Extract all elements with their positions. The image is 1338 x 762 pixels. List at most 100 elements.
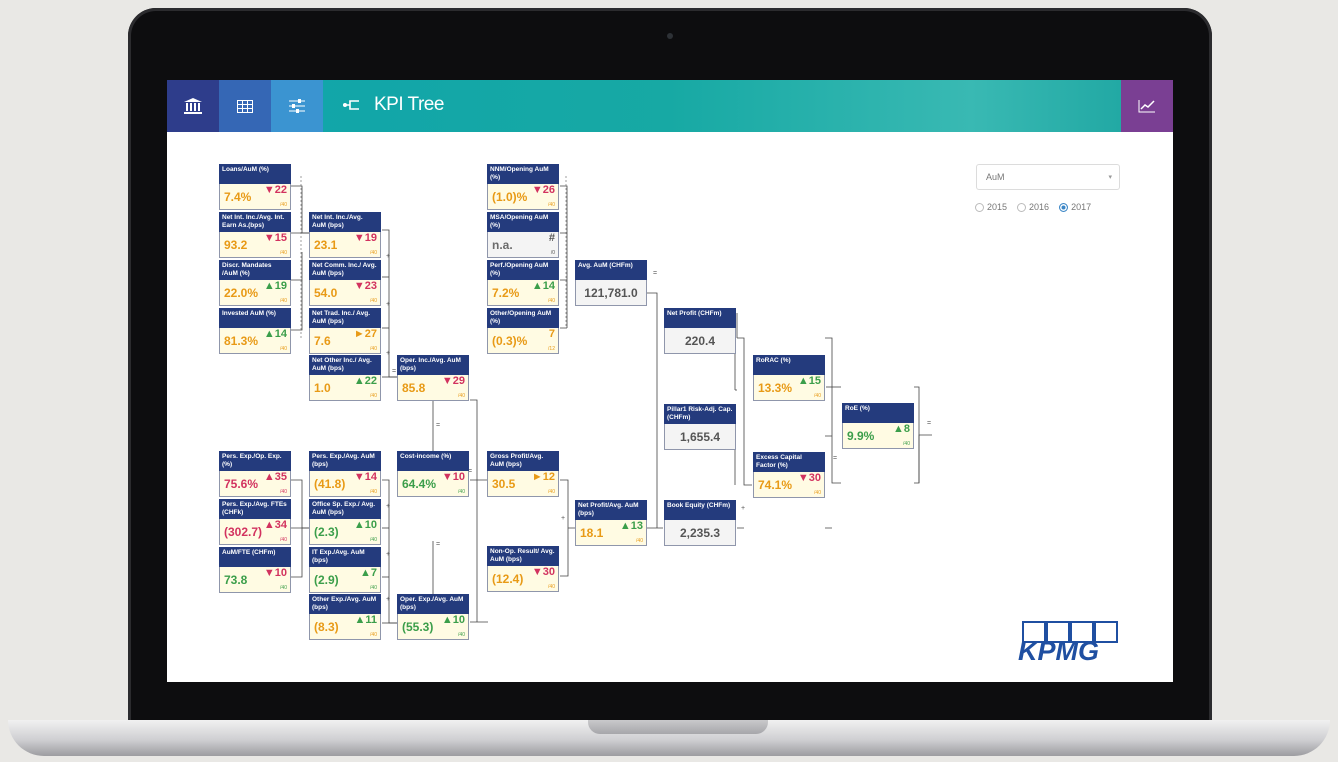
kpi-label: NNM/Opening AuM (%): [487, 164, 559, 184]
kpi-pers-op[interactable]: Pers. Exp./Op. Exp. (%) 75.6% ▲35/40: [219, 451, 291, 497]
year-radio-group: 2015 2016 2017: [975, 202, 1092, 213]
kpi-loans-aum[interactable]: Loans/AuM (%) 7.4% ▼22/40: [219, 164, 291, 210]
year-label: 2017: [1071, 202, 1092, 212]
kpi-value: 9.9%: [847, 429, 875, 443]
kpi-label: Office Sp. Exp./ Avg. AuM (bps): [309, 499, 381, 519]
kpi-rank-total: /40: [370, 489, 377, 495]
kpi-rank: ▼30: [531, 566, 555, 578]
kpi-label: Oper. Exp./Avg. AuM (bps): [397, 594, 469, 614]
kpi-msa[interactable]: MSA/Opening AuM (%) n.a. # /0: [487, 212, 559, 258]
kpi-net-profit[interactable]: Net Profit (CHFm) 220.4: [664, 308, 736, 354]
kpi-rank-total: /40: [814, 393, 821, 399]
kpi-other-opening[interactable]: Other/Opening AuM (%) (0.3)% 7/12: [487, 308, 559, 354]
kpi-excess-capital[interactable]: Excess Capital Factor (%) 74.1% ▼30/40: [753, 452, 825, 498]
kpi-net-int-aum[interactable]: Net Int. Inc./Avg. AuM (bps) 23.1 ▼19/40: [309, 212, 381, 258]
kpi-value: 23.1: [314, 238, 338, 252]
kpi-label: Pers. Exp./Avg. FTEs (CHFk): [219, 499, 291, 519]
kpi-rank: ▲10: [441, 614, 465, 626]
kpi-rank-total: /40: [280, 585, 287, 591]
kpi-rank-total: /40: [280, 250, 287, 256]
kpi-rank-total: /40: [636, 538, 643, 544]
kpi-office[interactable]: Office Sp. Exp./ Avg. AuM (bps) (2.3) ▲10 /…: [309, 499, 381, 545]
kpi-gross-profit[interactable]: Gross Profit/Avg. AuM (bps) 30.5 ►12/40: [487, 451, 559, 497]
kpi-book-equity[interactable]: Book Equity (CHFm) 2,235.3: [664, 500, 736, 546]
year-radio-2017[interactable]: 2017: [1059, 202, 1092, 213]
kpi-net-profit-aum[interactable]: Net Profit/Avg. AuM (bps) 18.1 ▲13/40: [575, 500, 647, 546]
kpi-rank-total: /40: [548, 298, 555, 304]
kpi-perf[interactable]: Perf./Opening AuM (%) 7.2% ▲14/40: [487, 260, 559, 306]
kpi-rank: ▼10: [441, 471, 465, 483]
kpi-label: Oper. Inc./Avg. AuM (bps): [397, 355, 469, 375]
kpi-label: Gross Profit/Avg. AuM (bps): [487, 451, 559, 471]
kpi-aum-fte[interactable]: AuM/FTE (CHFm) 73.8 ▼10/40: [219, 547, 291, 593]
kpi-roe[interactable]: RoE (%) 9.9% ▲8/40: [842, 403, 914, 449]
radio-icon: [975, 203, 984, 213]
radio-selected-icon: [1059, 203, 1069, 213]
kpi-non-op[interactable]: Non-Op. Result/ Avg. AuM (bps) (12.4) ▼30 /…: [487, 546, 559, 592]
year-radio-2015[interactable]: 2015: [975, 202, 1007, 213]
year-radio-2016[interactable]: 2016: [1017, 202, 1049, 213]
kpi-rank-total: /40: [370, 250, 377, 256]
kpi-oper-exp[interactable]: Oper. Exp./Avg. AuM (bps) (55.3) ▲10/40: [397, 594, 469, 640]
kpi-rank: ▲34: [263, 519, 287, 531]
kpi-label: Other Exp./Avg. AuM (bps): [309, 594, 381, 614]
kpi-rank: ▲14: [531, 280, 555, 292]
kpmg-logo: KPMG: [1018, 621, 1118, 665]
svg-text:+: +: [561, 515, 565, 522]
kpi-label: Discr. Mandates /AuM (%): [219, 260, 291, 280]
kpi-value: (302.7): [224, 525, 263, 539]
kpi-rank: ▼15: [263, 232, 287, 244]
kpi-invested-aum[interactable]: Invested AuM (%) 81.3% ▲14/40: [219, 308, 291, 354]
kpi-net-other[interactable]: Net Other Inc./ Avg. AuM (bps) 1.0 ▲22/40: [309, 355, 381, 401]
kpi-it[interactable]: IT Exp./Avg. AuM (bps) (2.9) ▲7/40: [309, 547, 381, 593]
kpi-label: Net Other Inc./ Avg. AuM (bps): [309, 355, 381, 375]
kpi-value: (41.8): [314, 477, 346, 491]
kpi-rank: ▼29: [441, 375, 465, 387]
kpi-rorac[interactable]: RoRAC (%) 13.3% ▲15/40: [753, 355, 825, 401]
kpi-oper-inc[interactable]: Oper. Inc./Avg. AuM (bps) 85.8 ▼29/40: [397, 355, 469, 401]
kpi-rank: ▲11: [354, 614, 377, 626]
kpi-rank-total: /40: [370, 537, 377, 543]
svg-text:=: =: [392, 368, 396, 375]
kpi-label: Book Equity (CHFm): [664, 500, 736, 520]
kpi-value: 75.6%: [224, 477, 259, 491]
svg-text:+: +: [741, 505, 745, 512]
kpi-rank: ▼26: [531, 184, 555, 196]
kpi-label: Pers. Exp./Avg. AuM (bps): [309, 451, 381, 471]
kpi-rank-total: /40: [280, 489, 287, 495]
kpi-label: Perf./Opening AuM (%): [487, 260, 559, 280]
kpi-pers-fte[interactable]: Pers. Exp./Avg. FTEs (CHFk) (302.7) ▲34/40: [219, 499, 291, 545]
app-screen: KPI Tree + + + = = = + + + = + = = + = L…: [167, 80, 1173, 682]
kpi-label: RoE (%): [842, 403, 914, 423]
kpi-value: 220.4: [684, 334, 716, 348]
kpi-rank: ▲35: [263, 471, 287, 483]
kpi-cost-income[interactable]: Cost-income (%) 64.4% ▼10/40: [397, 451, 469, 497]
kpi-discr-mandates[interactable]: Discr. Mandates /AuM (%) 22.0% ▲19/40: [219, 260, 291, 306]
kpi-value: 1,655.4: [679, 430, 721, 444]
kpi-avg-aum[interactable]: Avg. AuM (CHFm) 121,781.0: [575, 260, 647, 306]
kpi-rank-total: /40: [370, 393, 377, 399]
camera: [667, 33, 673, 39]
kpi-nnm[interactable]: NNM/Opening AuM (%) (1.0)% ▼26/40: [487, 164, 559, 210]
kpi-value: 73.8: [224, 573, 248, 587]
kpi-rank: ▼22: [263, 184, 287, 196]
kpi-label: Other/Opening AuM (%): [487, 308, 559, 328]
kpi-label: Net Comm. Inc./ Avg. AuM (bps): [309, 260, 381, 280]
chevron-down-icon: ▾: [1108, 174, 1112, 181]
metric-select[interactable]: AuM ▾: [976, 164, 1120, 190]
kpi-label: MSA/Opening AuM (%): [487, 212, 559, 232]
kpi-rank-total: /40: [548, 584, 555, 590]
laptop-base: [8, 720, 1330, 756]
metric-select-value: AuM: [986, 172, 1005, 182]
kpi-pillar-risk[interactable]: Pillar1 Risk-Adj. Cap. (CHFm) 1,655.4: [664, 404, 736, 450]
kpi-rank-total: /40: [903, 441, 910, 447]
kpi-rank: ▲19: [263, 280, 287, 292]
kpi-net-trad[interactable]: Net Trad. Inc./ Avg. AuM (bps) 7.6 ►27/40: [309, 308, 381, 354]
kpi-net-int-earn[interactable]: Net Int. Inc./Avg. Int. Earn As.(bps) 93.…: [219, 212, 291, 258]
kpi-pers-aum[interactable]: Pers. Exp./Avg. AuM (bps) (41.8) ▼14/40: [309, 451, 381, 497]
svg-text:+: +: [386, 301, 390, 308]
kpi-net-comm[interactable]: Net Comm. Inc./ Avg. AuM (bps) 54.0 ▼23/40: [309, 260, 381, 306]
kpi-other-exp[interactable]: Other Exp./Avg. AuM (bps) (8.3) ▲11/40: [309, 594, 381, 640]
kpi-value: 18.1: [580, 526, 604, 540]
kpi-rank-total: /12: [548, 346, 555, 352]
